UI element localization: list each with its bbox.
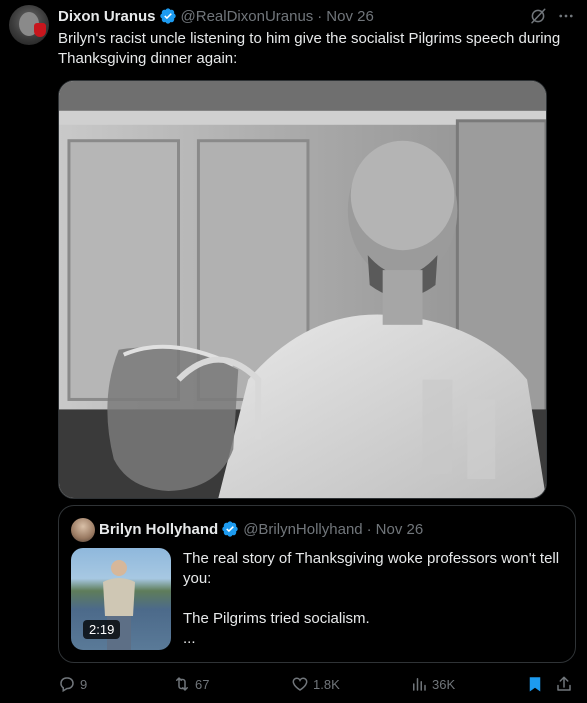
quoted-text-ellipsis: ... (183, 630, 196, 647)
more-icon[interactable] (557, 7, 575, 25)
quoted-text-line: The Pilgrims tried socialism. (183, 610, 370, 627)
share-icon (557, 676, 571, 691)
reply-count: 9 (80, 676, 88, 692)
repost-button[interactable]: 67 (173, 675, 209, 693)
verified-badge-icon[interactable] (159, 7, 177, 25)
grok-icon[interactable] (529, 7, 547, 25)
quoted-text-line: The real story of Thanksgiving woke prof… (183, 550, 560, 587)
reply-button[interactable]: 9 (58, 675, 87, 693)
tweet[interactable]: Dixon Uranus @RealDixonUranus · Nov 26 B… (0, 0, 587, 703)
quoted-tweet-text: The real story of Thanksgiving woke prof… (183, 549, 563, 649)
quoted-author-handle[interactable]: @BrilynHollyhand (243, 521, 362, 538)
quoted-tweet-timestamp[interactable]: Nov 26 (376, 521, 424, 538)
author-handle[interactable]: @RealDixonUranus (181, 8, 314, 25)
share-button[interactable] (555, 675, 577, 693)
bookmark-button[interactable] (526, 675, 548, 693)
like-count: 1.8K (313, 676, 340, 692)
repost-count: 67 (195, 676, 210, 692)
quoted-author-avatar[interactable] (71, 518, 95, 542)
tweet-timestamp[interactable]: Nov 26 (326, 8, 374, 25)
quoted-tweet[interactable]: Brilyn Hollyhand @BrilynHollyhand · Nov … (58, 505, 576, 663)
quoted-video-thumbnail[interactable]: 2:19 (71, 548, 171, 650)
view-count: 36K (432, 676, 456, 692)
author-name[interactable]: Dixon Uranus (58, 8, 156, 25)
tweet-header: Dixon Uranus @RealDixonUranus · Nov 26 (58, 6, 374, 26)
heart-icon (292, 677, 308, 691)
photo-illustration (59, 81, 546, 498)
views-icon (413, 678, 426, 691)
views-button[interactable]: 36K (410, 675, 455, 693)
video-duration-badge: 2:19 (83, 620, 121, 639)
tweet-actions: 9 67 1.8K 36K (58, 675, 578, 695)
like-button[interactable]: 1.8K (291, 675, 340, 693)
separator-dot: · (317, 7, 323, 25)
avatar-santa-hat (34, 23, 46, 37)
tweet-image[interactable] (58, 80, 547, 499)
separator-dot: · (366, 520, 372, 538)
quoted-author-name[interactable]: Brilyn Hollyhand (99, 521, 218, 538)
verified-badge-icon[interactable] (221, 520, 239, 538)
repost-icon (176, 677, 188, 691)
reply-icon (60, 677, 74, 693)
tweet-text: Brilyn's racist uncle listening to him g… (58, 30, 561, 67)
quoted-tweet-header: Brilyn Hollyhand @BrilynHollyhand · Nov … (99, 519, 423, 539)
author-avatar[interactable] (9, 5, 49, 45)
bookmark-icon (529, 677, 541, 692)
